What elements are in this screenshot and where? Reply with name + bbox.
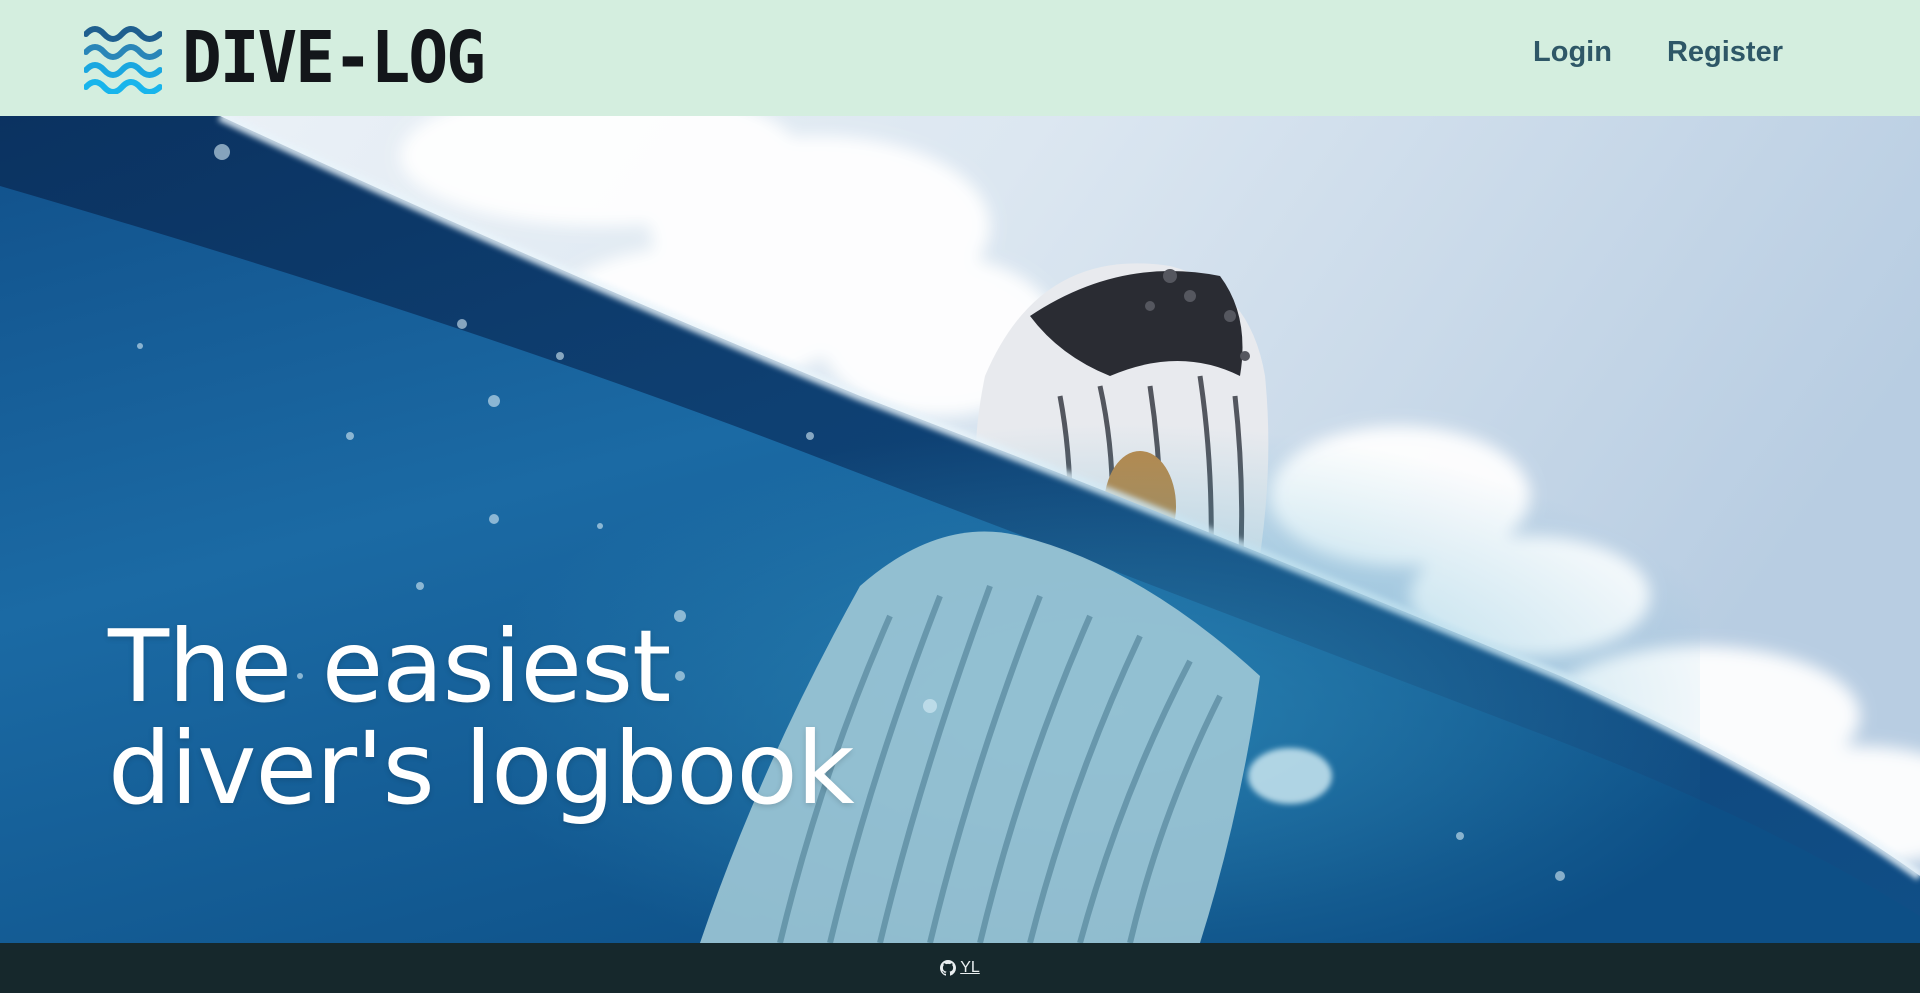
hero-headline-line-1: The easiest: [108, 608, 671, 725]
github-icon: [940, 960, 957, 976]
hero-section: The easiest diver's logbook: [0, 116, 1920, 943]
github-link-label: YL: [960, 959, 980, 976]
register-link[interactable]: Register: [1667, 36, 1783, 69]
site-footer: YL: [0, 943, 1920, 993]
site-header: DIVE-LOG Login Register: [0, 0, 1920, 116]
page: DIVE-LOG Login Register The easiest dive…: [0, 0, 1920, 993]
hero-headline: The easiest diver's logbook: [108, 608, 855, 827]
logo-text: DIVE-LOG: [182, 15, 486, 100]
main-nav: Login Register: [1478, 36, 1783, 69]
waves-logo-icon: [84, 26, 162, 94]
logo-link[interactable]: DIVE-LOG: [84, 15, 486, 100]
hero-headline-line-2: diver's logbook: [108, 710, 855, 827]
github-link[interactable]: YL: [940, 959, 980, 977]
login-link[interactable]: Login: [1533, 36, 1612, 69]
